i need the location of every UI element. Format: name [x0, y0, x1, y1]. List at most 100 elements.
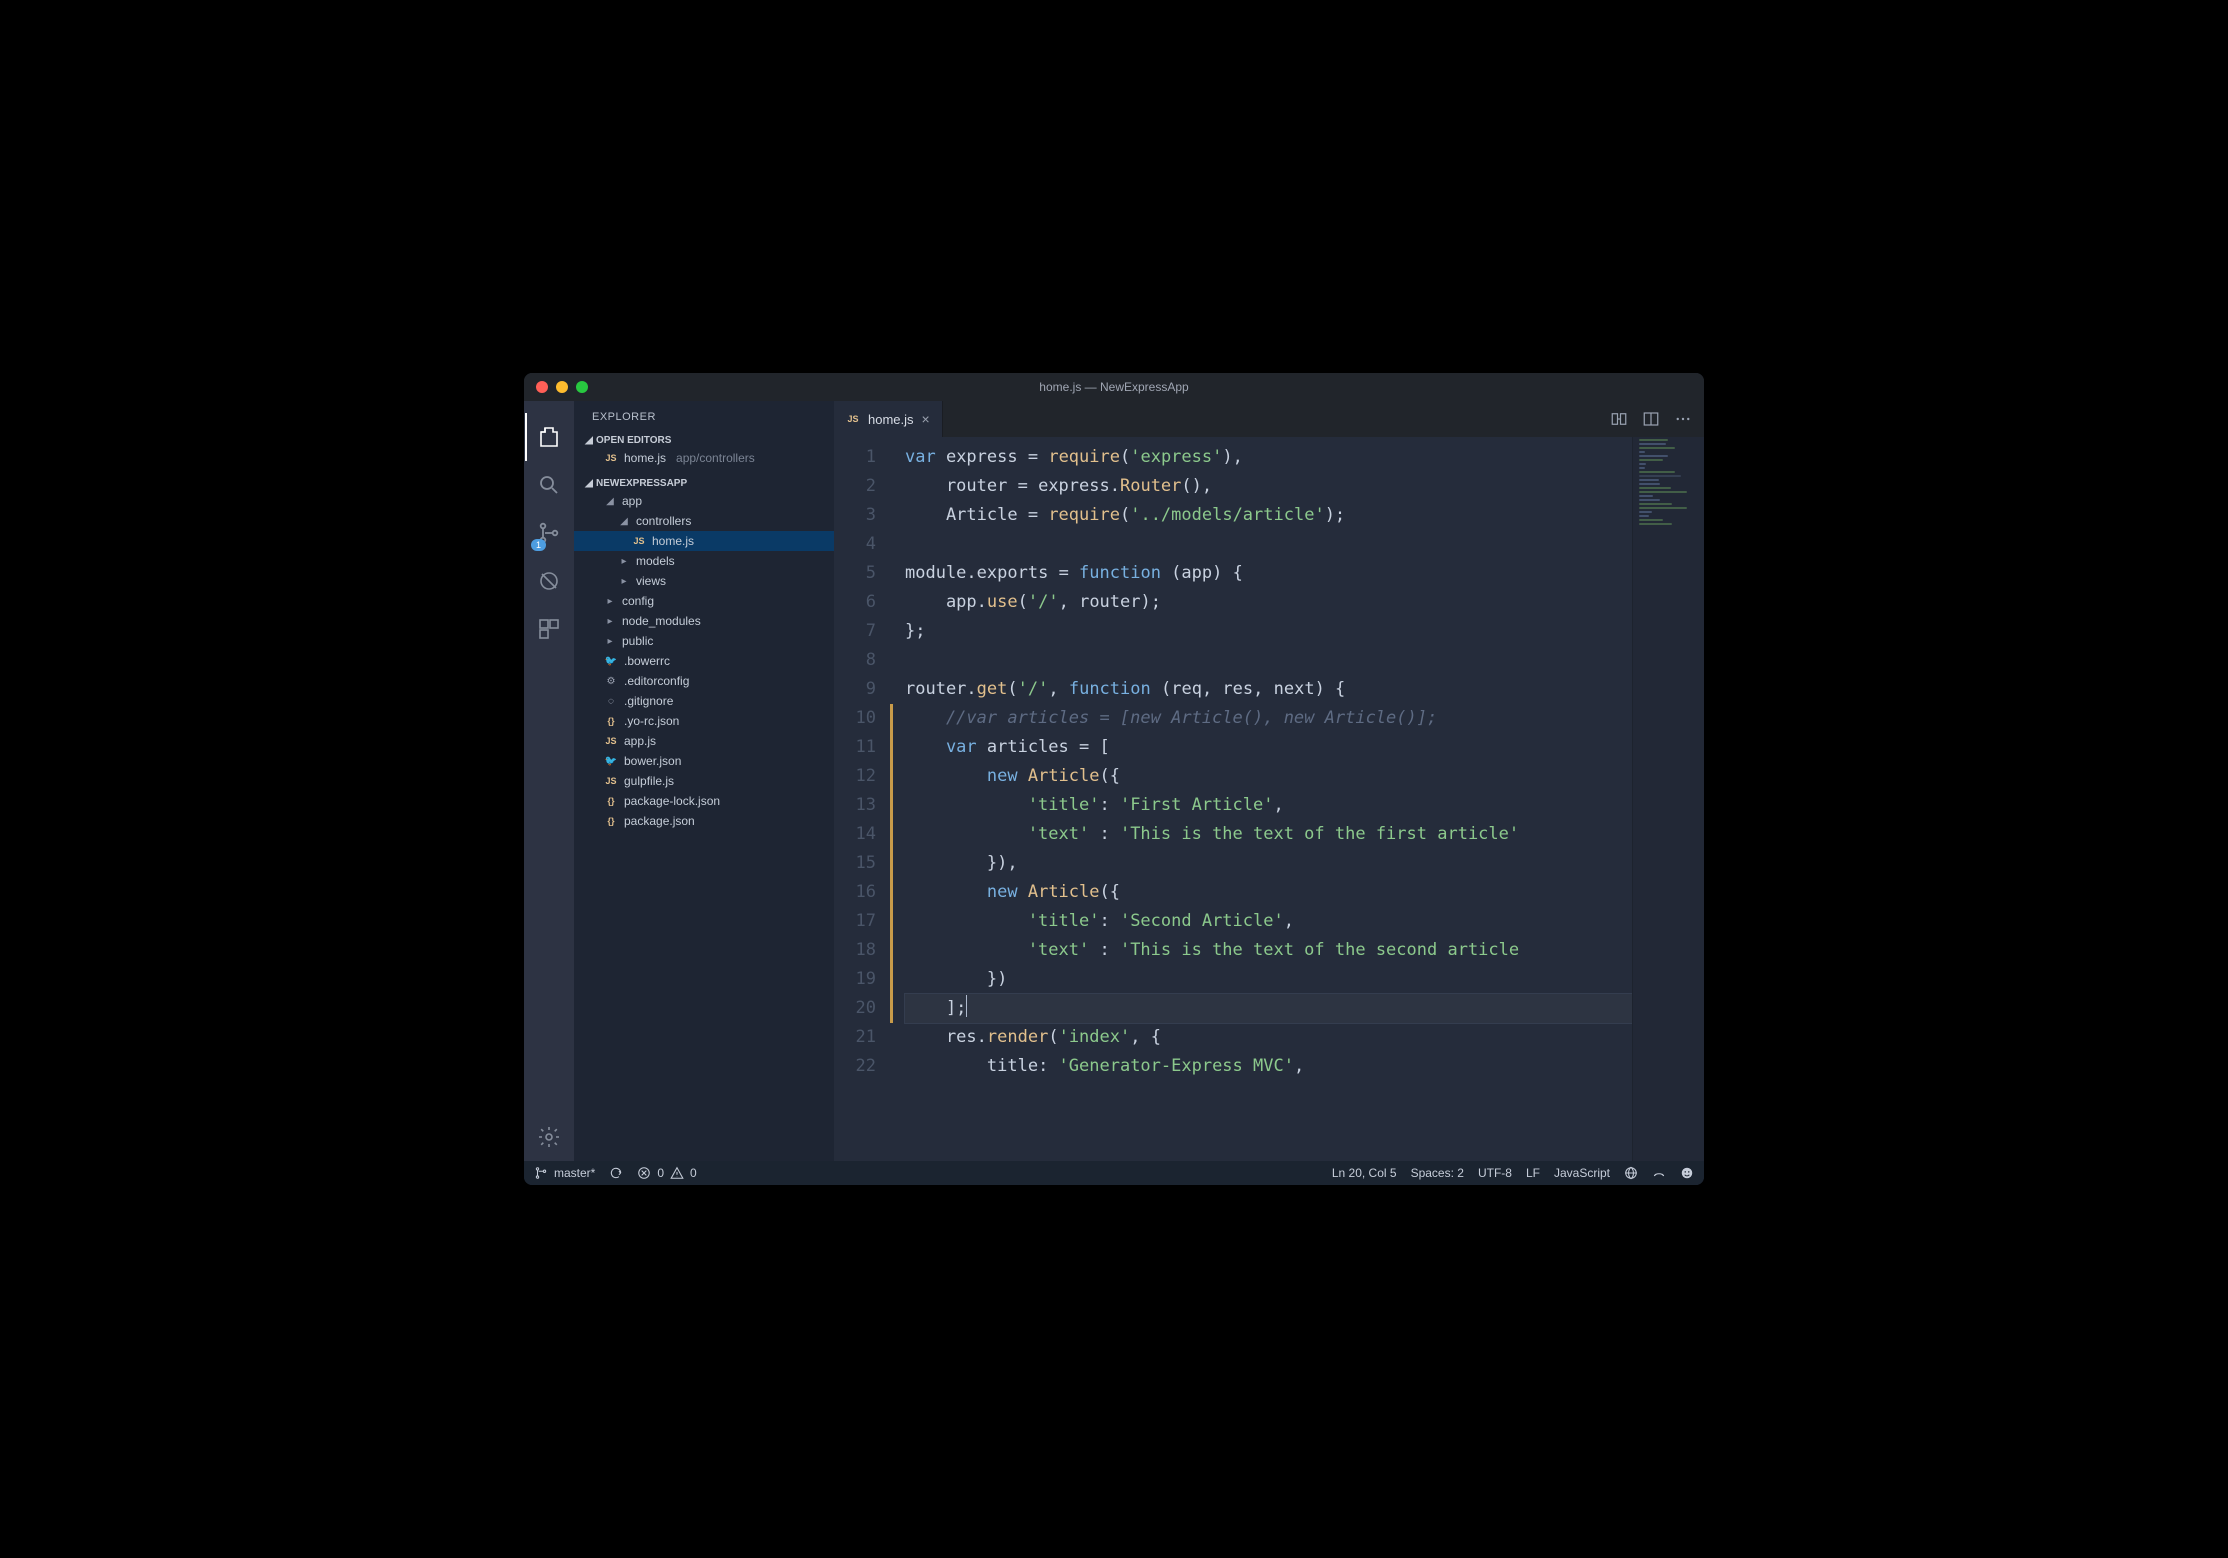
chevron-down-icon: ◢ — [582, 478, 596, 489]
tree-item-label: home.js — [652, 534, 694, 548]
line-number-gutter: 12345678910111213141516171819202122 — [834, 437, 890, 1161]
status-bar: master* 0 0 Ln 20, Col 5 Spaces: 2 UTF-8… — [524, 1161, 1704, 1185]
error-count: 0 — [657, 1166, 664, 1180]
tree-item-label: package-lock.json — [624, 794, 720, 808]
file-item[interactable]: ⚙ .editorconfig — [574, 671, 834, 691]
chevron-right-icon: ▸ — [604, 616, 616, 627]
scm-badge: 1 — [531, 539, 546, 551]
json-file-icon: {} — [604, 816, 618, 826]
window-title: home.js — NewExpressApp — [524, 380, 1704, 394]
open-editors-header[interactable]: ◢ OPEN EDITORS — [574, 433, 834, 448]
tree-item-label: .editorconfig — [624, 674, 689, 688]
indentation-status[interactable]: Spaces: 2 — [1411, 1166, 1464, 1180]
chevron-right-icon: ▸ — [604, 636, 616, 647]
problems-status[interactable]: 0 0 — [637, 1166, 696, 1180]
settings-gear-icon[interactable] — [525, 1113, 573, 1161]
activity-bar: 1 — [524, 401, 574, 1161]
js-file-icon: JS — [632, 536, 646, 546]
eol-status[interactable]: LF — [1526, 1166, 1540, 1180]
tree-item-label: public — [622, 634, 653, 648]
explorer-icon[interactable] — [525, 413, 573, 461]
git-file-icon: ◌ — [604, 696, 618, 707]
cursor-position[interactable]: Ln 20, Col 5 — [1332, 1166, 1397, 1180]
sync-status[interactable] — [609, 1166, 623, 1180]
editor-tabs: JS home.js × — [834, 401, 1704, 437]
split-editor-icon[interactable] — [1642, 410, 1660, 428]
debug-icon[interactable] — [525, 557, 573, 605]
tree-item-label: node_modules — [622, 614, 701, 628]
main-area: 1 EXPLORER ◢ OPEN EDITORS JS — [524, 401, 1704, 1161]
open-editor-item[interactable]: JS home.js app/controllers — [574, 448, 834, 468]
open-editor-path: app/controllers — [676, 451, 755, 465]
open-editor-name: home.js — [624, 451, 666, 465]
tree-item-label: bower.json — [624, 754, 681, 768]
chevron-right-icon: ▸ — [618, 576, 630, 587]
js-file-icon: JS — [846, 414, 860, 424]
close-tab-icon[interactable]: × — [922, 411, 930, 427]
code-editor[interactable]: 12345678910111213141516171819202122 var … — [834, 437, 1704, 1161]
json-file-icon: {} — [604, 796, 618, 806]
js-file-icon: JS — [604, 776, 618, 786]
window-controls — [536, 381, 588, 393]
tree-item-label: views — [636, 574, 666, 588]
chevron-down-icon: ◢ — [618, 516, 630, 527]
minimap[interactable] — [1632, 437, 1704, 1161]
tree-item-label: app.js — [624, 734, 656, 748]
file-item[interactable]: 🐦 .bowerrc — [574, 651, 834, 671]
live-share-icon[interactable] — [1652, 1166, 1666, 1180]
minimize-window-button[interactable] — [556, 381, 568, 393]
js-file-icon: JS — [604, 736, 618, 746]
tree-item-label: .yo-rc.json — [624, 714, 679, 728]
file-item[interactable]: JSgulpfile.js — [574, 771, 834, 791]
bower-file-icon: 🐦 — [604, 656, 618, 667]
tree-item-label: .bowerrc — [624, 654, 670, 668]
file-item[interactable]: ◌ .gitignore — [574, 691, 834, 711]
compare-icon[interactable] — [1610, 410, 1628, 428]
language-mode[interactable]: JavaScript — [1554, 1166, 1610, 1180]
js-file-icon: JS — [604, 453, 618, 463]
warning-count: 0 — [690, 1166, 697, 1180]
folder-item[interactable]: ▸ models — [574, 551, 834, 571]
code-content[interactable]: var express = require('express'), router… — [893, 437, 1632, 1161]
chevron-right-icon: ▸ — [604, 596, 616, 607]
chevron-down-icon: ◢ — [582, 435, 596, 446]
close-window-button[interactable] — [536, 381, 548, 393]
folder-item[interactable]: ◢ controllers — [574, 511, 834, 531]
folder-item[interactable]: ▸ node_modules — [574, 611, 834, 631]
tree-item-label: .gitignore — [624, 694, 673, 708]
tab-label: home.js — [868, 412, 914, 427]
tree-item-label: package.json — [624, 814, 695, 828]
open-editors-label: OPEN EDITORS — [596, 435, 671, 446]
git-branch-status[interactable]: master* — [534, 1166, 595, 1180]
file-item[interactable]: JS home.js — [574, 531, 834, 551]
config-file-icon: ⚙ — [604, 676, 618, 687]
folder-item[interactable]: ▸ views — [574, 571, 834, 591]
tree-item-label: controllers — [636, 514, 691, 528]
tab-home-js[interactable]: JS home.js × — [834, 401, 943, 437]
app-window: home.js — NewExpressApp 1 — [524, 373, 1704, 1185]
folder-item[interactable]: ▸ public — [574, 631, 834, 651]
bower-file-icon: 🐦 — [604, 756, 618, 767]
file-item[interactable]: {} .yo-rc.json — [574, 711, 834, 731]
source-control-icon[interactable]: 1 — [525, 509, 573, 557]
file-item[interactable]: {} package.json — [574, 811, 834, 831]
chevron-right-icon: ▸ — [618, 556, 630, 567]
folder-item[interactable]: ◢app — [574, 491, 834, 511]
feedback-icon[interactable] — [1624, 1166, 1638, 1180]
editor-area: JS home.js × 123456789101112131415161718… — [834, 401, 1704, 1161]
file-item[interactable]: JS app.js — [574, 731, 834, 751]
tree-item-label: models — [636, 554, 675, 568]
extensions-icon[interactable] — [525, 605, 573, 653]
search-icon[interactable] — [525, 461, 573, 509]
sidebar-title: EXPLORER — [574, 401, 834, 429]
folder-item[interactable]: ▸config — [574, 591, 834, 611]
notifications-icon[interactable] — [1680, 1166, 1694, 1180]
editor-actions — [1610, 401, 1704, 437]
file-item[interactable]: {} package-lock.json — [574, 791, 834, 811]
encoding-status[interactable]: UTF-8 — [1478, 1166, 1512, 1180]
file-item[interactable]: 🐦 bower.json — [574, 751, 834, 771]
json-file-icon: {} — [604, 716, 618, 726]
maximize-window-button[interactable] — [576, 381, 588, 393]
project-header[interactable]: ◢ NEWEXPRESSAPP — [574, 476, 834, 491]
more-icon[interactable] — [1674, 410, 1692, 428]
